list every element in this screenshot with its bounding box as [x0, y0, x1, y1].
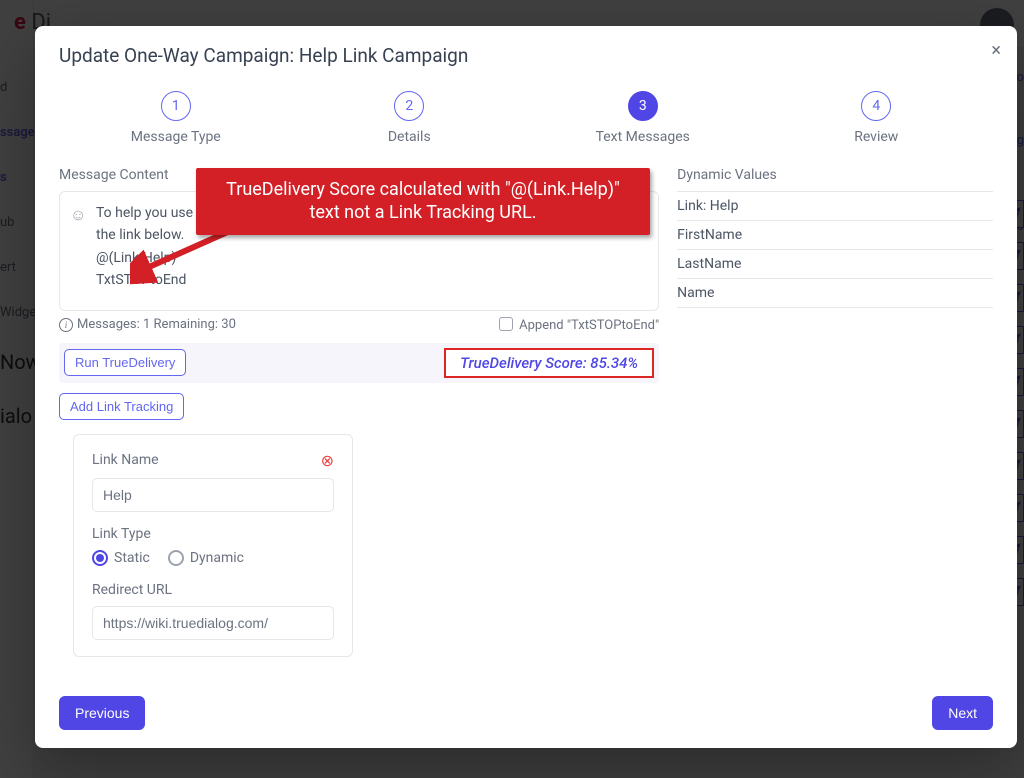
- step-details[interactable]: 2 Details: [293, 91, 527, 145]
- messages-counter: i Messages: 1 Remaining: 30: [59, 317, 236, 332]
- dynamic-value-item[interactable]: LastName: [677, 250, 993, 279]
- redirect-url-label: Redirect URL: [92, 582, 334, 598]
- annotation-callout: TrueDelivery Score calculated with "@(Li…: [196, 168, 650, 235]
- checkbox-icon[interactable]: [499, 317, 513, 331]
- append-checkbox[interactable]: Append "TxtSTOPtoEnd": [499, 317, 659, 333]
- update-campaign-modal: Update One-Way Campaign: Help Link Campa…: [35, 26, 1017, 748]
- step-review[interactable]: 4 Review: [760, 91, 994, 145]
- previous-button[interactable]: Previous: [59, 696, 145, 730]
- info-icon: i: [59, 318, 73, 332]
- radio-static[interactable]: Static: [92, 550, 150, 566]
- stepper: 1 Message Type 2 Details 3 Text Messages…: [59, 91, 993, 145]
- link-name-label: Link Name: [92, 452, 159, 468]
- add-link-tracking-button[interactable]: Add Link Tracking: [59, 393, 184, 420]
- redirect-url-input[interactable]: [92, 606, 334, 640]
- step-message-type[interactable]: 1 Message Type: [59, 91, 293, 145]
- dynamic-value-item[interactable]: Link: Help: [677, 191, 993, 221]
- link-type-label: Link Type: [92, 526, 334, 542]
- run-truedelivery-button[interactable]: Run TrueDelivery: [64, 349, 186, 376]
- step-number: 2: [394, 91, 424, 121]
- next-button[interactable]: Next: [932, 696, 993, 730]
- link-tracking-card: Link Name ⊗ Link Type Static Dynamic Red…: [73, 434, 353, 657]
- link-name-input[interactable]: [92, 478, 334, 512]
- step-number: 1: [161, 91, 191, 121]
- radio-dynamic[interactable]: Dynamic: [168, 550, 244, 566]
- delete-icon[interactable]: ⊗: [321, 451, 334, 470]
- step-text-messages[interactable]: 3 Text Messages: [526, 91, 760, 145]
- radio-icon: [168, 550, 184, 566]
- step-label: Review: [854, 129, 898, 145]
- radio-icon: [92, 550, 108, 566]
- dynamic-values-label: Dynamic Values: [677, 167, 993, 183]
- close-icon[interactable]: ×: [991, 42, 1001, 60]
- modal-title: Update One-Way Campaign: Help Link Campa…: [59, 44, 993, 67]
- step-label: Text Messages: [596, 129, 690, 145]
- dynamic-value-item[interactable]: FirstName: [677, 221, 993, 250]
- dynamic-value-item[interactable]: Name: [677, 279, 993, 308]
- step-label: Message Type: [131, 129, 221, 145]
- step-label: Details: [388, 129, 431, 145]
- step-number: 3: [628, 91, 658, 121]
- dynamic-values-list: Link: Help FirstName LastName Name: [677, 191, 993, 308]
- truedelivery-score: TrueDelivery Score: 85.34%: [444, 348, 654, 378]
- step-number: 4: [861, 91, 891, 121]
- emoji-icon[interactable]: ☺: [70, 202, 86, 228]
